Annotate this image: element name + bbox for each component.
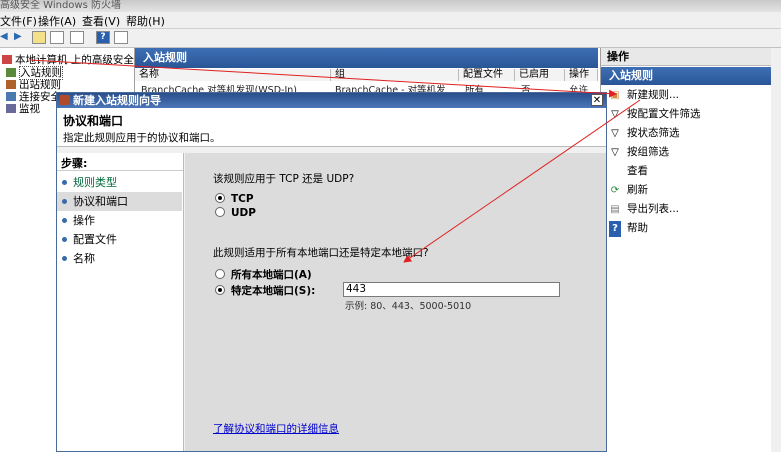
radio-unselected-icon bbox=[215, 207, 225, 217]
forward-icon[interactable]: ▶ bbox=[14, 31, 28, 44]
actions-header: 操作 bbox=[601, 48, 772, 66]
menu-bar: 文件(F) 操作(A) 查看(V) 帮助(H) bbox=[0, 12, 781, 29]
window-title-bar: 高级安全 Windows 防火墙 bbox=[0, 0, 781, 12]
protocol-question: 该规则应用于 TCP 还是 UDP? bbox=[213, 173, 355, 185]
close-icon[interactable]: ✕ bbox=[591, 94, 603, 106]
help-icon: ? bbox=[609, 221, 621, 237]
step-bullet-icon bbox=[62, 237, 67, 242]
step-bullet-icon bbox=[62, 199, 67, 204]
menu-action[interactable]: 操作(A) bbox=[38, 13, 76, 29]
firewall-icon bbox=[2, 55, 12, 64]
all-local-ports-radio[interactable]: 所有本地端口(A) bbox=[215, 267, 312, 282]
toolbar: ◀ ▶ ? bbox=[0, 29, 781, 48]
step-rule-type[interactable]: 规则类型 bbox=[57, 173, 182, 192]
menu-view[interactable]: 查看(V) bbox=[82, 13, 120, 29]
outbound-rules-icon bbox=[6, 80, 16, 89]
action-filter-group[interactable]: ▽ 按组筛选 bbox=[609, 144, 669, 160]
export-icon: ▤ bbox=[610, 204, 620, 215]
action-pane-icon[interactable] bbox=[114, 31, 128, 44]
action-filter-state[interactable]: ▽ 按状态筛选 bbox=[609, 125, 679, 141]
column-name[interactable]: 名称 bbox=[135, 69, 331, 81]
step-bullet-icon bbox=[62, 218, 67, 223]
new-rule-icon: ▣ bbox=[610, 90, 620, 101]
menu-file[interactable]: 文件(F) bbox=[0, 13, 37, 29]
filter-icon: ▽ bbox=[611, 109, 619, 120]
step-name[interactable]: 名称 bbox=[57, 249, 182, 268]
steps-title: 步骤: bbox=[61, 157, 88, 170]
actions-section-inbound[interactable]: 入站规则 bbox=[601, 67, 772, 85]
wizard-title: 新建入站规则向导 bbox=[73, 94, 161, 107]
step-profile[interactable]: 配置文件 bbox=[57, 230, 182, 249]
action-refresh[interactable]: ⟳ 刷新 bbox=[609, 182, 648, 198]
action-export-list[interactable]: ▤ 导出列表... bbox=[609, 201, 679, 217]
ports-example: 示例: 80、443、5000-5010 bbox=[345, 301, 472, 312]
radio-selected-icon bbox=[215, 193, 225, 203]
tree-item-monitoring[interactable]: 监视 bbox=[6, 101, 40, 115]
radio-selected-icon bbox=[215, 285, 225, 295]
show-tree-icon[interactable] bbox=[50, 31, 64, 44]
refresh-icon: ⟳ bbox=[610, 185, 620, 196]
menu-help[interactable]: 帮助(H) bbox=[126, 13, 165, 29]
wizard-content: 该规则应用于 TCP 还是 UDP? TCP UDP 此规则适用于所有本地端口还… bbox=[185, 153, 606, 451]
rules-list-pane: 入站规则 名称 组 配置文件 已启用 操作 BranchCache 对等机发现(… bbox=[135, 48, 598, 98]
wizard-header: 协议和端口 指定此规则应用于的协议和端口。 bbox=[57, 108, 606, 147]
wizard-subheading: 指定此规则应用于的协议和端口。 bbox=[63, 132, 221, 144]
tree-item-outbound-rules[interactable]: 出站规则 bbox=[6, 77, 61, 91]
action-new-rule[interactable]: ▣ 新建规则... bbox=[609, 87, 679, 103]
wizard-icon bbox=[60, 95, 70, 105]
action-view[interactable]: 查看 bbox=[609, 163, 648, 179]
action-help[interactable]: ? 帮助 bbox=[609, 220, 648, 237]
column-profile[interactable]: 配置文件 bbox=[459, 69, 515, 81]
step-protocol-ports[interactable]: 协议和端口 bbox=[57, 192, 182, 211]
tcp-radio[interactable]: TCP bbox=[215, 193, 254, 205]
column-action[interactable]: 操作 bbox=[565, 69, 598, 81]
column-group[interactable]: 组 bbox=[331, 69, 459, 81]
wizard-steps: 步骤: 规则类型 协议和端口 操作 配置文件 名称 bbox=[57, 153, 184, 451]
actions-pane: 操作 入站规则 ▣ 新建规则... ▽ 按配置文件筛选 ▽ 按状态筛选 ▽ 按组筛选 查… bbox=[600, 48, 772, 452]
action-filter-profile[interactable]: ▽ 按配置文件筛选 bbox=[609, 106, 700, 122]
monitoring-icon bbox=[6, 104, 16, 113]
learn-more-link[interactable]: 了解协议和端口的详细信息 bbox=[213, 421, 339, 436]
step-action[interactable]: 操作 bbox=[57, 211, 182, 230]
wizard-title-bar: 新建入站规则向导 ✕ bbox=[57, 93, 606, 108]
window-title: 高级安全 Windows 防火墙 bbox=[0, 0, 121, 11]
up-folder-icon[interactable] bbox=[32, 31, 46, 44]
actions-scrollbar[interactable] bbox=[771, 48, 781, 452]
ports-question: 此规则适用于所有本地端口还是特定本地端口? bbox=[213, 247, 429, 259]
tree-item-connection-security[interactable]: 连接安全 bbox=[6, 89, 61, 103]
new-inbound-rule-wizard: 新建入站规则向导 ✕ 协议和端口 指定此规则应用于的协议和端口。 步骤: 规则类… bbox=[56, 92, 607, 452]
wizard-heading: 协议和端口 bbox=[63, 114, 124, 128]
filter-icon: ▽ bbox=[611, 147, 619, 158]
rules-list-header: 入站规则 bbox=[135, 48, 598, 68]
udp-radio[interactable]: UDP bbox=[215, 207, 256, 219]
tree-item-inbound-rules[interactable]: 入站规则 bbox=[6, 65, 63, 80]
connection-security-icon bbox=[6, 92, 16, 101]
radio-unselected-icon bbox=[215, 269, 225, 279]
steps-divider bbox=[57, 170, 183, 171]
inbound-rules-icon bbox=[6, 68, 16, 77]
step-bullet-icon bbox=[62, 256, 67, 261]
properties-icon[interactable] bbox=[70, 31, 84, 44]
step-bullet-icon bbox=[62, 180, 67, 185]
back-icon[interactable]: ◀ bbox=[0, 31, 14, 44]
specific-ports-input[interactable]: 443 bbox=[343, 282, 560, 297]
tree-root[interactable]: 本地计算机 上的高级安全 Win bbox=[2, 52, 134, 66]
specific-local-ports-radio[interactable]: 特定本地端口(S): bbox=[215, 283, 315, 298]
help-icon[interactable]: ? bbox=[96, 31, 110, 44]
filter-icon: ▽ bbox=[611, 128, 619, 139]
column-enabled[interactable]: 已启用 bbox=[515, 69, 565, 81]
